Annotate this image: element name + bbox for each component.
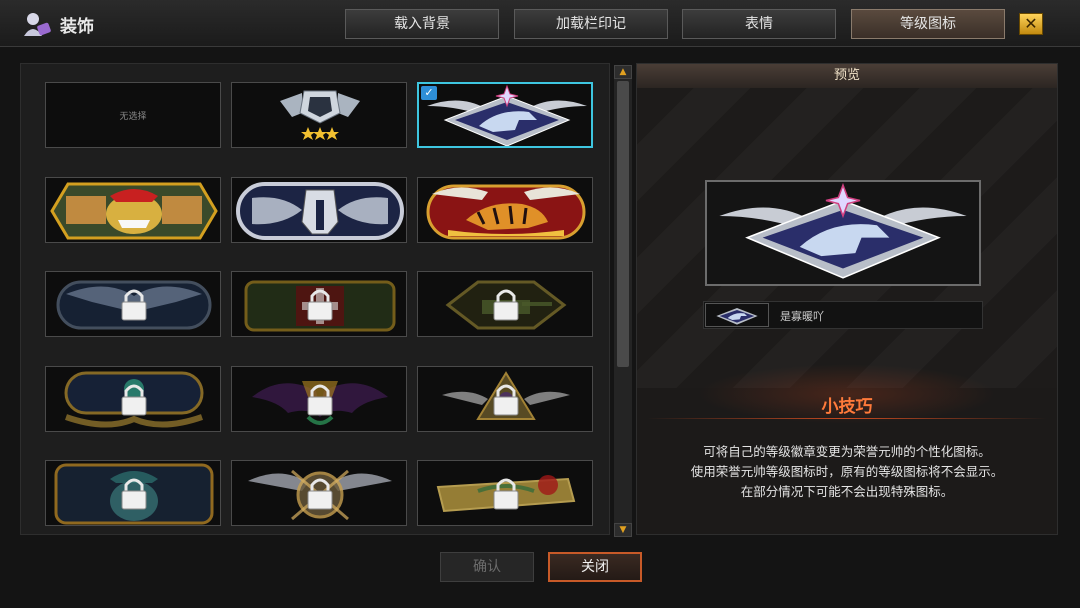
tab-loading-bar-mark[interactable]: 加载栏印记 (514, 9, 668, 39)
badge-cell-silver-stars[interactable] (231, 82, 407, 148)
badge-cell-iron-cross[interactable] (231, 271, 407, 337)
confirm-button[interactable]: 确认 (440, 552, 534, 582)
selected-check-icon: ✓ (421, 86, 437, 100)
tips-text: 可将自己的等级徽章变更为荣誉元帅的个性化图标。 使用荣誉元帅等级图标时，原有的等… (637, 442, 1057, 502)
badge-cell-eagle-chain[interactable] (45, 271, 221, 337)
tiger-wings-badge-icon (426, 184, 586, 240)
close-button[interactable]: 关闭 (548, 552, 642, 582)
window-title: 装饰 (60, 17, 94, 37)
badge-cell-crossed-swords[interactable] (231, 460, 407, 526)
title-bar: 装饰 载入背景 加载栏印记 表情 等级图标 ✕ (0, 0, 1080, 47)
tab-rank-icon[interactable]: 等级图标 (851, 9, 1005, 39)
badge-cell-pyramid-eye[interactable] (417, 366, 593, 432)
badge-grid: 无选择 ✓ (20, 63, 610, 535)
player-name-row: 是寡暖吖 (703, 301, 983, 329)
badge-cell-laurel-medal[interactable] (45, 366, 221, 432)
lock-icon (493, 478, 519, 510)
badge-cell-rose[interactable] (417, 460, 593, 526)
tab-loading-background[interactable]: 载入背景 (345, 9, 499, 39)
badge-cell-bulldog[interactable] (45, 177, 221, 243)
scroll-thumb[interactable] (617, 81, 629, 367)
badge-cell-general-portrait[interactable] (45, 460, 221, 526)
tips-line-3: 在部分情况下可能不会出现特殊图标。 (740, 484, 954, 499)
badge-cell-tank[interactable] (417, 271, 593, 337)
spartan-helmet-badge-icon (236, 182, 404, 240)
player-name: 是寡暖吖 (780, 310, 824, 323)
tips-line-2: 使用荣誉元帅等级图标时，原有的等级图标将不会显示。 (690, 464, 1004, 479)
close-x-icon[interactable]: ✕ (1019, 13, 1043, 35)
badge-cell-tiger-wings[interactable] (417, 177, 593, 243)
lock-icon (493, 384, 519, 416)
preview-badge-frame (705, 180, 981, 286)
scroll-down-icon[interactable]: ▼ (614, 523, 632, 537)
tips-title: 小技巧 (821, 397, 873, 417)
dragon-wings-badge-icon (716, 308, 758, 325)
scroll-up-icon[interactable]: ▲ (614, 65, 632, 79)
badge-cell-dragon-wings[interactable]: ✓ (417, 82, 593, 148)
user-decoration-icon (24, 13, 51, 36)
dragon-wings-badge-icon (719, 182, 967, 279)
grid-scrollbar[interactable]: ▲ ▼ (614, 65, 632, 537)
preview-header: 预览 (637, 64, 1057, 89)
tips-line-1: 可将自己的等级徽章变更为荣誉元帅的个性化图标。 (703, 444, 991, 459)
lock-icon (307, 478, 333, 510)
silver-stars-badge-icon (280, 90, 360, 140)
tab-emotes[interactable]: 表情 (682, 9, 836, 39)
lock-icon (121, 478, 147, 510)
badge-cell-spartan-helmet[interactable] (231, 177, 407, 243)
no-selection-label: 无选择 (119, 112, 147, 122)
badge-cell-none[interactable]: 无选择 (45, 82, 221, 148)
preview-panel: 预览 是寡暖吖 小技巧 可将自己的等级徽章变更为荣誉元帅的个性化图标。 使用荣誉… (636, 63, 1058, 535)
tips-divider (647, 418, 1047, 419)
badge-cell-bat-wings[interactable] (231, 366, 407, 432)
lock-icon (307, 289, 333, 321)
lock-icon (121, 384, 147, 416)
bulldog-badge-icon (50, 182, 218, 240)
dragon-wings-badge-icon (427, 84, 587, 146)
lock-icon (307, 384, 333, 416)
lock-icon (493, 289, 519, 321)
lock-icon (121, 289, 147, 321)
name-badge-thumbnail (705, 303, 769, 327)
